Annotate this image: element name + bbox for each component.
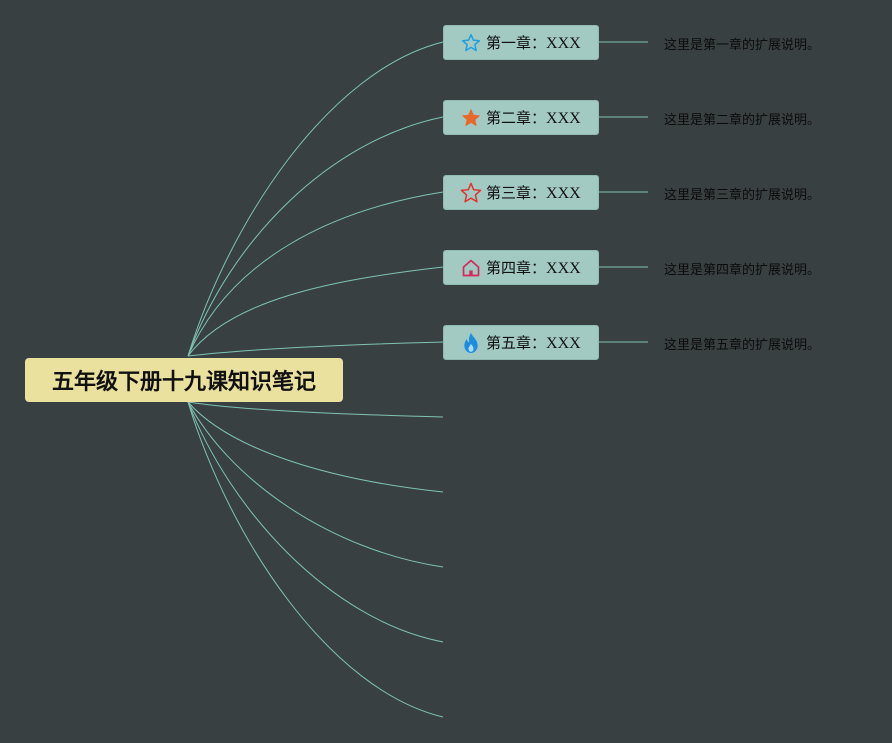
- chapter-node-4[interactable]: 第四章：XXX: [443, 250, 599, 285]
- root-topic[interactable]: 五年级下册十九课知识笔记: [25, 358, 343, 402]
- chapter-node-5[interactable]: 第五章：XXX: [443, 325, 599, 360]
- mindmap-canvas: 五年级下册十九课知识笔记 第一章：XXX 这里是第一章的扩展说明。 第二章：XX…: [0, 0, 892, 743]
- branch-connector-2: [187, 116, 444, 357]
- chapter-label: 第一章：XXX: [486, 34, 581, 52]
- chapter-note-2: 这里是第二章的扩展说明。: [664, 113, 821, 128]
- branch-connector-9: [187, 401, 444, 643]
- chapter-label: 第二章：XXX: [486, 109, 581, 127]
- chapter-label: 第五章：XXX: [486, 334, 581, 352]
- branch-connector-8: [187, 401, 444, 568]
- branch-connector-3: [187, 191, 444, 357]
- chapter-note-5: 这里是第五章的扩展说明。: [664, 338, 821, 353]
- star-filled-icon: [460, 107, 482, 129]
- chapter-node-1[interactable]: 第一章：XXX: [443, 25, 599, 60]
- home-icon: [460, 257, 482, 279]
- chapter-note-3: 这里是第三章的扩展说明。: [664, 188, 821, 203]
- chapter-label: 第三章：XXX: [486, 184, 581, 202]
- chapter-note-4: 这里是第四章的扩展说明。: [664, 263, 821, 278]
- flame-icon: [460, 332, 482, 354]
- branch-connector-6: [187, 401, 444, 418]
- branch-connector-5: [187, 341, 444, 357]
- chapter-note-1: 这里是第一章的扩展说明。: [664, 38, 821, 53]
- chapter-node-2[interactable]: 第二章：XXX: [443, 100, 599, 135]
- chapter-node-3[interactable]: 第三章：XXX: [443, 175, 599, 210]
- star-outline-icon: [460, 32, 482, 54]
- chapter-label: 第四章：XXX: [486, 259, 581, 277]
- star-outline-icon: [460, 182, 482, 204]
